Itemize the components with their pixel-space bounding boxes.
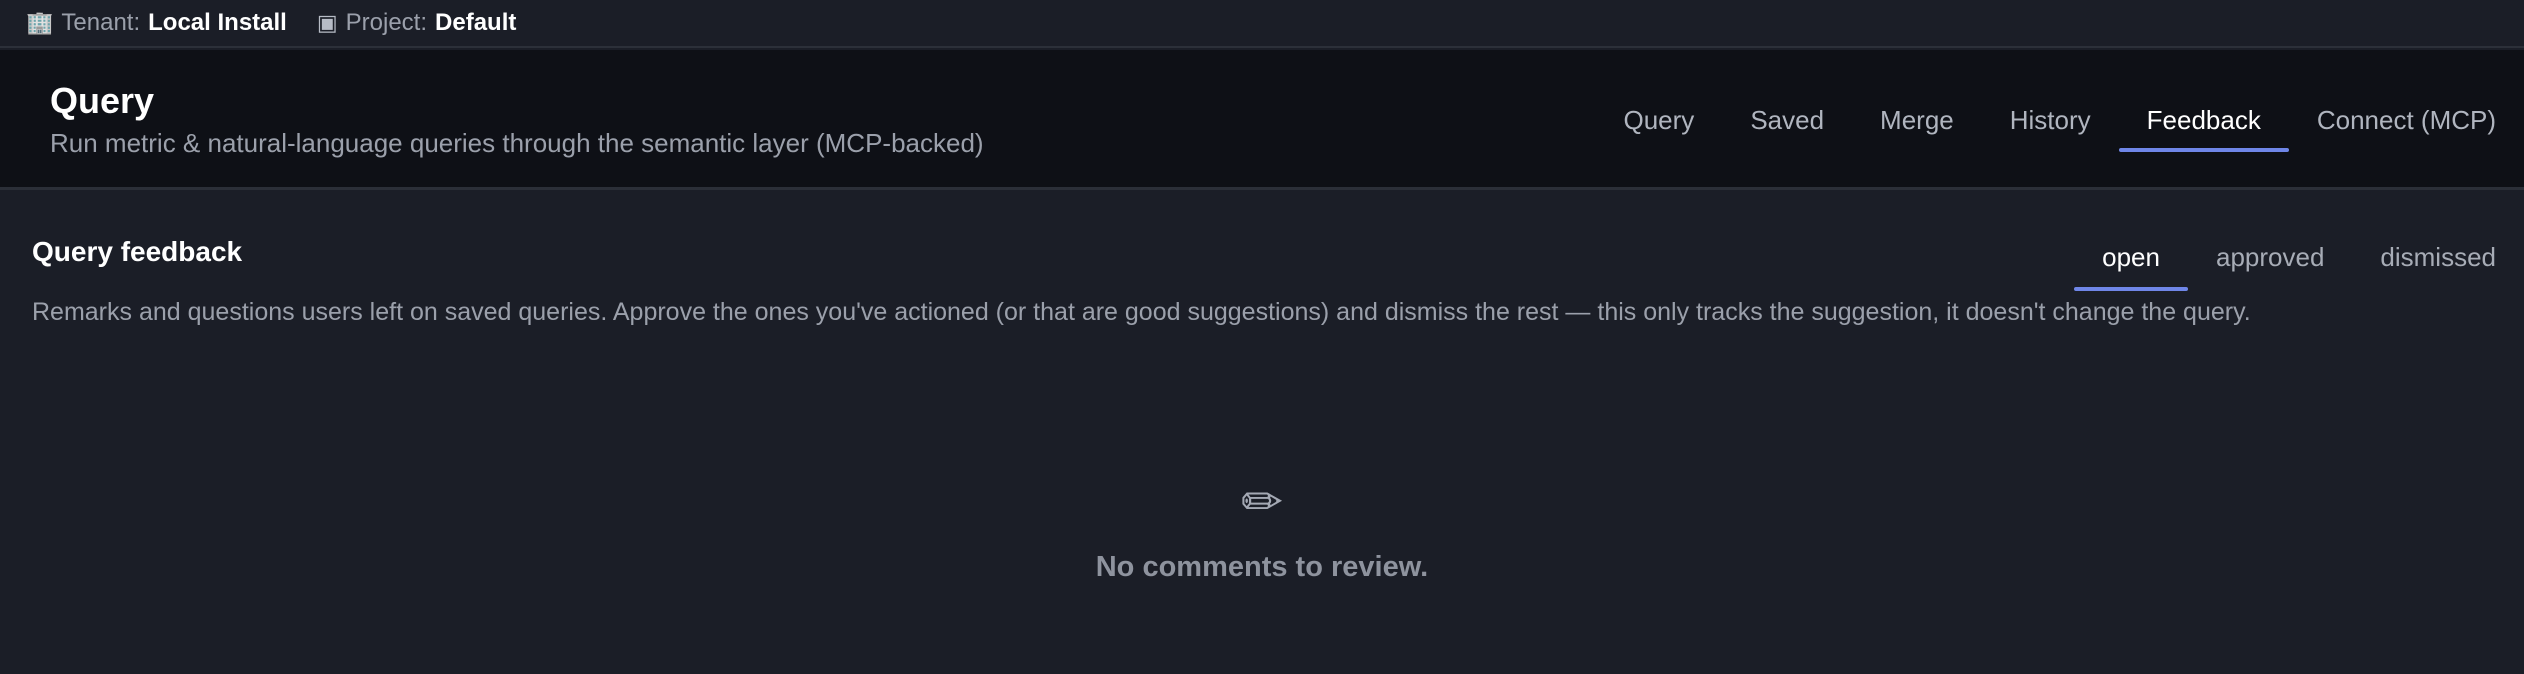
empty-state: ✏ No comments to review.	[0, 473, 2524, 584]
feedback-panel: Query feedback open approved dismissed R…	[0, 193, 2524, 674]
tab-feedback[interactable]: Feedback	[2118, 50, 2290, 190]
filter-dismissed[interactable]: dismissed	[2352, 223, 2524, 291]
pencil-icon: ✏	[1241, 474, 1283, 530]
tab-connect-mcp[interactable]: Connect (MCP)	[2289, 50, 2524, 190]
feedback-title: Query feedback	[32, 236, 243, 267]
tab-query[interactable]: Query	[1596, 50, 1723, 190]
project-icon: ▣	[316, 10, 338, 35]
context-bar: 🏢 Tenant: Local Install ▣ Project: Defau…	[0, 0, 2524, 48]
tenant-selector[interactable]: 🏢 Tenant: Local Install	[26, 4, 287, 42]
feedback-description: Remarks and questions users left on save…	[32, 298, 2251, 326]
tab-merge[interactable]: Merge	[1852, 50, 1982, 190]
tenant-value: Local Install	[148, 9, 287, 36]
main-tabs: Query Saved Merge History Feedback Conne…	[1596, 50, 2524, 190]
project-label: Project:	[345, 9, 428, 36]
page-subtitle: Run metric & natural-language queries th…	[50, 128, 984, 158]
page-title: Query	[50, 80, 155, 121]
page-header: Query Run metric & natural-language quer…	[0, 50, 2524, 190]
project-value: Default	[435, 9, 517, 36]
tab-history[interactable]: History	[1982, 50, 2119, 190]
tenant-label: Tenant:	[61, 9, 141, 36]
building-icon: 🏢	[26, 10, 54, 35]
tab-saved[interactable]: Saved	[1722, 50, 1852, 190]
project-selector[interactable]: ▣ Project: Default	[317, 4, 517, 42]
empty-state-text: No comments to review.	[1095, 551, 1429, 583]
filter-approved[interactable]: approved	[2188, 223, 2352, 291]
filter-open[interactable]: open	[2074, 223, 2188, 291]
feedback-filter-tabs: open approved dismissed	[2074, 223, 2524, 291]
